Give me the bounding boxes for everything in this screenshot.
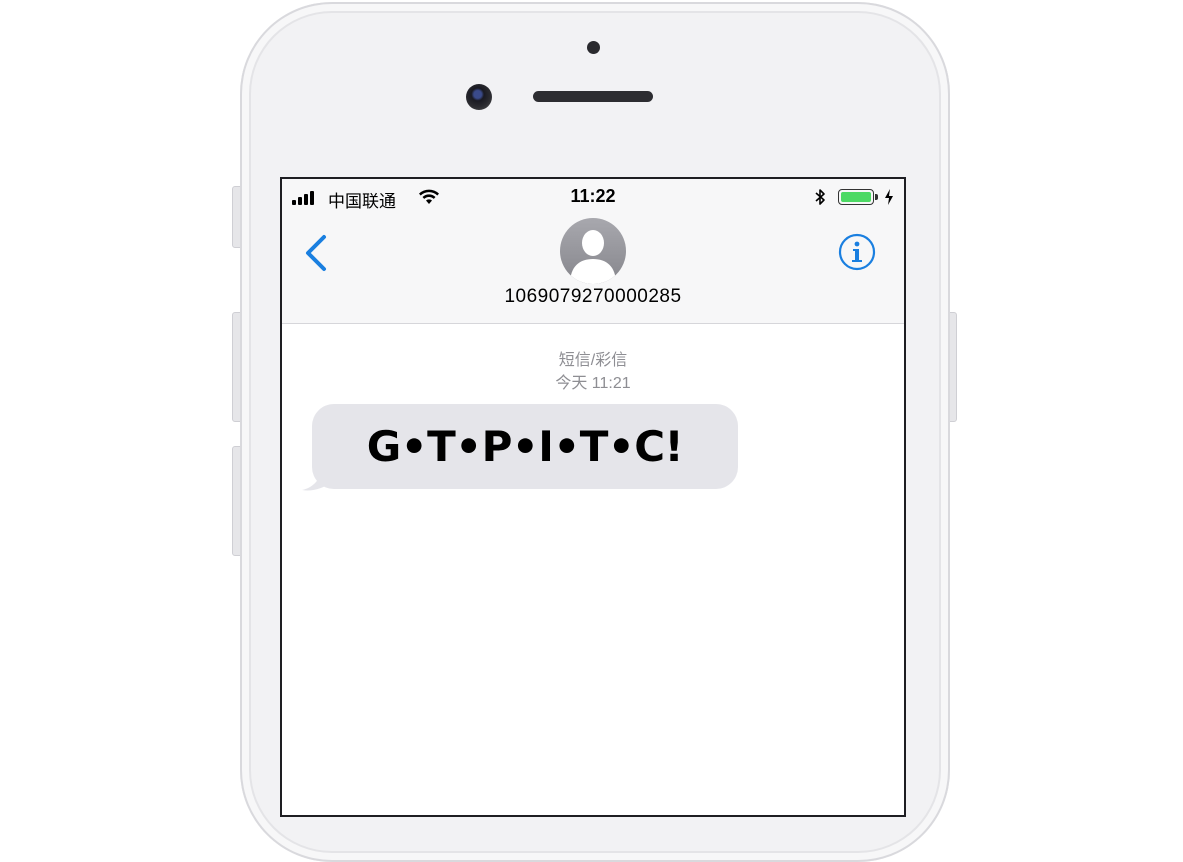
message-timestamp: 今天 11:21	[555, 375, 631, 392]
bluetooth-icon	[815, 189, 825, 205]
battery-icon	[838, 189, 874, 205]
proximity-sensor	[587, 41, 600, 54]
battery-tip	[875, 194, 878, 200]
conversation-header: 1069079270000285	[282, 215, 904, 324]
contact-number[interactable]: 1069079270000285	[282, 286, 904, 308]
front-camera	[466, 84, 492, 110]
message-text: G•T•P•I•T•C!	[366, 422, 684, 471]
info-icon[interactable]	[838, 233, 876, 271]
person-silhouette-icon	[570, 230, 616, 284]
status-bar: 中国联通 11:22	[282, 179, 904, 215]
message-bubble[interactable]: G•T•P•I•T•C!	[300, 404, 740, 494]
contact-avatar[interactable]	[560, 218, 626, 284]
chevron-left-icon[interactable]	[302, 233, 330, 273]
status-time: 11:22	[570, 186, 616, 206]
earpiece-speaker	[533, 91, 653, 102]
bolt-icon	[885, 189, 893, 205]
phone-screen: 中国联通 11:22 1069079270000285 短信/彩信 今天 11:…	[280, 177, 906, 817]
bubble-body: G•T•P•I•T•C!	[312, 404, 738, 489]
message-type-label: 短信/彩信	[558, 352, 628, 369]
